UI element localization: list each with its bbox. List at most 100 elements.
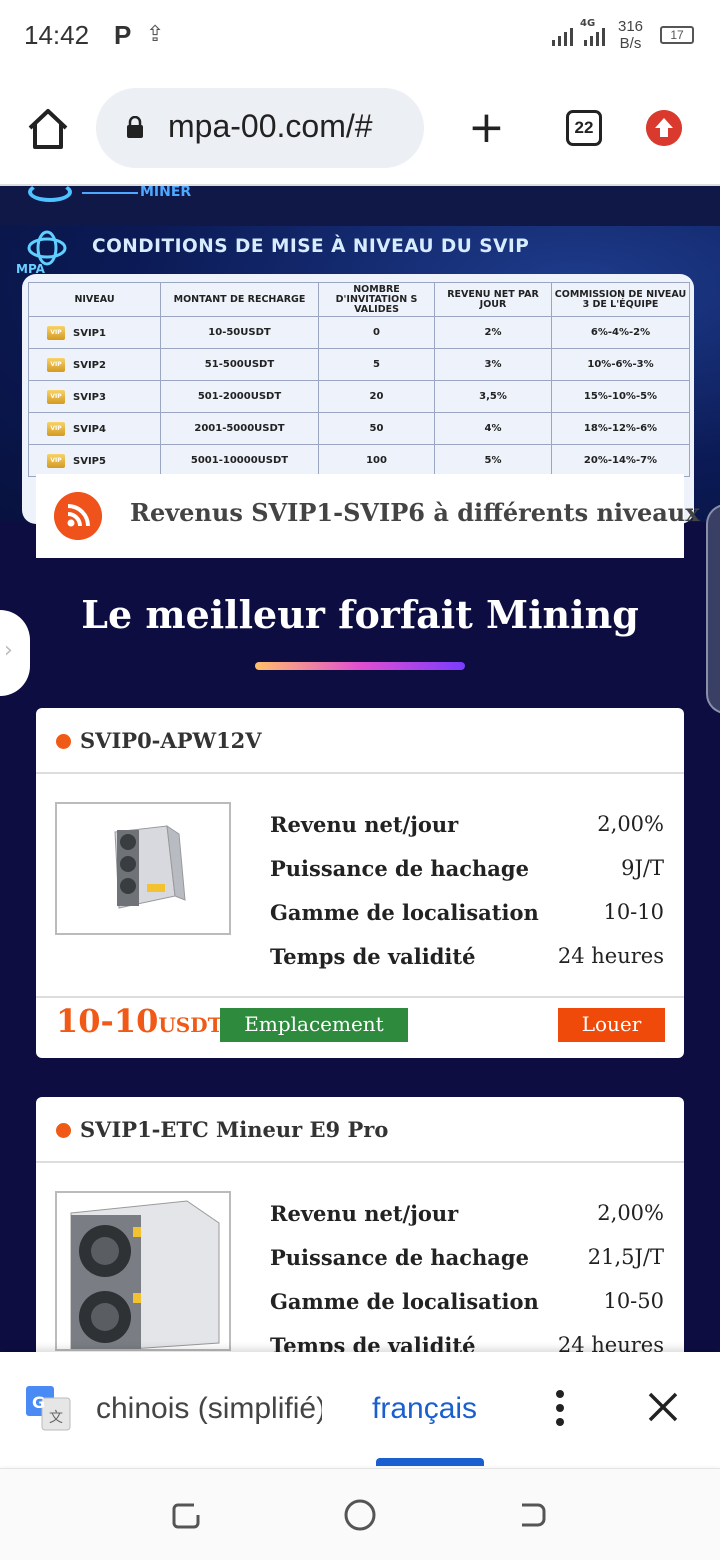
svip-revenue-cell: 3,5% <box>434 380 552 413</box>
svip-invites-cell: 20 <box>318 380 435 413</box>
svip-commission-cell: 6%-4%-2% <box>551 316 690 349</box>
plan-title: SVIP0-APW12V <box>80 728 262 753</box>
spec-label: Temps de validité <box>270 944 476 969</box>
miner-image <box>55 1191 231 1351</box>
network-type: 4G <box>580 18 596 29</box>
bullet-icon <box>56 734 71 749</box>
svip-header-invites: NOMBRE D'INVITATION S VALIDES <box>318 282 435 317</box>
vip-badge-icon: VIP <box>47 453 65 468</box>
network-speed-unit: B/s <box>619 35 642 52</box>
back-icon[interactable] <box>514 1497 550 1533</box>
browser-toolbar: mpa-00.com/# + 22 <box>0 72 720 186</box>
svip-level-cell: VIP SVIP1 <box>28 316 161 349</box>
svip-table-row: VIP SVIP1 10-50USDT 0 2% 6%-4%-2% <box>28 316 690 349</box>
svip-level-cell: VIP SVIP2 <box>28 348 161 381</box>
url-text[interactable]: mpa-00.com/# <box>168 108 414 145</box>
status-bar: 14:42 P ⇪ 4G 316 B/s 17 <box>0 0 720 72</box>
more-options-icon[interactable] <box>546 1388 574 1428</box>
svip-amount-cell: 51-500USDT <box>160 348 319 381</box>
vip-badge-icon: VIP <box>47 389 65 404</box>
close-icon[interactable] <box>646 1390 680 1424</box>
rent-button[interactable]: Louer <box>558 1008 665 1042</box>
site-logo-text: MINER <box>140 186 192 200</box>
svip-level-cell: VIP SVIP4 <box>28 412 161 445</box>
svip-amount-cell: 10-50USDT <box>160 316 319 349</box>
spec-row: Temps de validité 24 heures <box>270 944 664 988</box>
miner-image <box>55 802 231 935</box>
spec-value: 24 heures <box>557 944 664 968</box>
vip-badge-icon: VIP <box>47 325 65 340</box>
svip-commission-cell: 20%-14%-7% <box>551 444 690 477</box>
svip-table-row: VIP SVIP5 5001-10000USDT 100 5% 20%-14%-7% <box>28 444 690 477</box>
svip-commission-cell: 18%-12%-6% <box>551 412 690 445</box>
spec-row: Gamme de localisation 10-10 <box>270 900 664 944</box>
spec-row: Gamme de localisation 10-50 <box>270 1289 664 1333</box>
svip-table-row: VIP SVIP4 2001-5000USDT 50 4% 18%-12%-6% <box>28 412 690 445</box>
svip-level-label: SVIP5 <box>73 455 106 467</box>
signal-icon <box>552 22 605 46</box>
svip-invites-cell: 5 <box>318 348 435 381</box>
bullet-icon <box>56 1123 71 1138</box>
title-underline <box>255 662 465 670</box>
spec-value: 10-10 <box>603 900 664 924</box>
spec-value: 24 heures <box>557 1333 664 1352</box>
carrier-icon: P <box>114 20 132 50</box>
emplacement-button[interactable]: Emplacement <box>220 1008 408 1042</box>
svip-level-label: SVIP1 <box>73 327 106 339</box>
svip-table-row: VIP SVIP3 501-2000USDT 20 3,5% 15%-10%-5% <box>28 380 690 413</box>
spec-value: 21,5J/T <box>587 1245 664 1269</box>
recent-apps-icon[interactable] <box>168 1497 204 1533</box>
spec-row: Temps de validité 24 heures <box>270 1333 664 1352</box>
network-speed-value: 316 <box>618 18 644 35</box>
web-page: MINER MPA CONDITIONS DE MISE À NIVEAU DU… <box>0 186 720 1352</box>
rss-icon <box>54 492 102 540</box>
announcement-text: Revenus SVIP1-SVIP6 à différents niveaux <box>130 498 700 527</box>
vip-badge-icon: VIP <box>47 357 65 372</box>
spec-row: Revenu net/jour 2,00% <box>270 812 664 856</box>
spec-value: 2,00% <box>597 1201 664 1225</box>
spec-value: 10-50 <box>603 1289 664 1313</box>
svip-level-label: SVIP3 <box>73 391 106 403</box>
google-translate-icon: G 文 <box>26 1386 71 1431</box>
svip-level-label: SVIP4 <box>73 423 106 435</box>
svip-revenue-cell: 3% <box>434 348 552 381</box>
network-speed: 316 B/s <box>618 18 643 52</box>
spec-label: Revenu net/jour <box>270 1201 459 1226</box>
svip-commission-cell: 10%-6%-3% <box>551 348 690 381</box>
system-nav-bar <box>0 1468 720 1560</box>
plan-price: 10-10USDT <box>56 1002 223 1040</box>
target-language-tab[interactable]: français <box>372 1392 477 1426</box>
update-arrow-icon[interactable] <box>646 110 682 146</box>
spec-row: Puissance de hachage 21,5J/T <box>270 1245 664 1289</box>
svip-amount-cell: 501-2000USDT <box>160 380 319 413</box>
new-tab-button[interactable]: + <box>468 106 505 150</box>
spec-row: Puissance de hachage 9J/T <box>270 856 664 900</box>
status-time: 14:42 <box>24 20 90 50</box>
home-icon[interactable] <box>24 106 72 152</box>
svip-header-revenue: REVENU NET PAR JOUR <box>434 282 552 317</box>
svip-revenue-cell: 5% <box>434 444 552 477</box>
svip-banner-title: CONDITIONS DE MISE À NIVEAU DU SVIP <box>92 236 530 257</box>
spec-label: Gamme de localisation <box>270 900 539 925</box>
svip-commission-cell: 15%-10%-5% <box>551 380 690 413</box>
spec-label: Revenu net/jour <box>270 812 459 837</box>
home-nav-icon[interactable] <box>342 1497 378 1533</box>
svip-level-label: SVIP2 <box>73 359 106 371</box>
vip-badge-icon: VIP <box>47 421 65 436</box>
svip-table-row: VIP SVIP2 51-500USDT 5 3% 10%-6%-3% <box>28 348 690 381</box>
announcement-bar[interactable]: Revenus SVIP1-SVIP6 à différents niveaux <box>36 474 700 558</box>
translate-bar: G 文 chinois (simplifié) français <box>0 1352 720 1466</box>
svip-invites-cell: 50 <box>318 412 435 445</box>
chevron-right-icon: › <box>4 638 13 663</box>
address-bar[interactable]: mpa-00.com/# <box>96 88 424 168</box>
svip-level-cell: VIP SVIP3 <box>28 380 161 413</box>
section-title: Le meilleur forfait Mining <box>81 592 639 637</box>
svip-revenue-cell: 2% <box>434 316 552 349</box>
svip-amount-cell: 5001-10000USDT <box>160 444 319 477</box>
source-language-tab[interactable]: chinois (simplifié) <box>96 1392 322 1426</box>
svip-header-level: NIVEAU <box>28 282 161 317</box>
svip-amount-cell: 2001-5000USDT <box>160 412 319 445</box>
tab-switcher-button[interactable]: 22 <box>566 110 602 146</box>
spec-label: Puissance de hachage <box>270 1245 529 1270</box>
svip-header-commission: COMMISSION DE NIVEAU 3 DE L'ÉQUIPE <box>551 282 690 317</box>
